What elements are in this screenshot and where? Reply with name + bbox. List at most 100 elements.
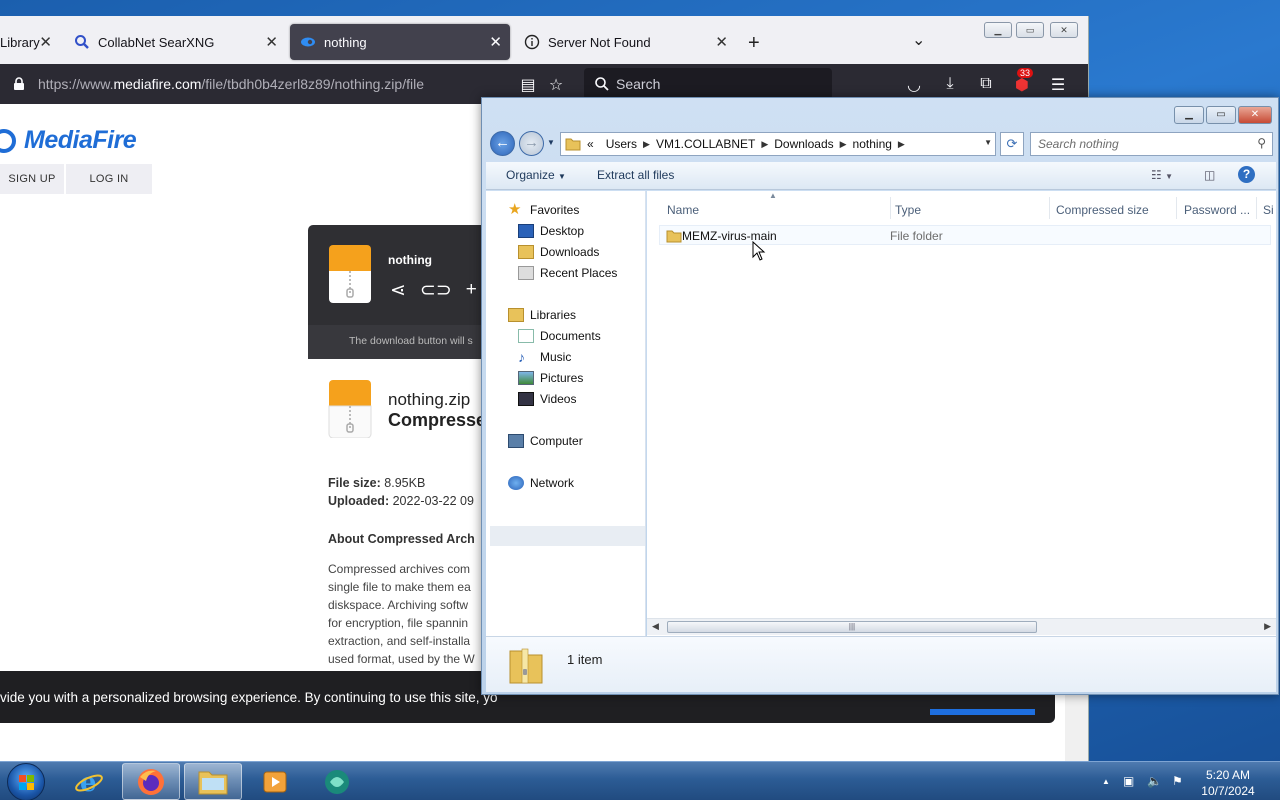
column-divider[interactable] — [1176, 197, 1177, 219]
tab-nothing[interactable]: nothing ✕ — [290, 24, 510, 60]
nav-videos[interactable]: Videos — [518, 392, 576, 406]
documents-icon — [518, 329, 534, 343]
extensions-puzzle-icon[interactable]: ⧉ — [976, 75, 996, 93]
extract-all-button[interactable]: Extract all files — [597, 168, 674, 182]
scroll-left-icon[interactable]: ◀ — [652, 621, 659, 632]
minimize-button[interactable]: ▁ — [1174, 106, 1204, 124]
preview-pane-icon[interactable]: ◫ — [1204, 168, 1215, 182]
folder-search-input[interactable]: Search nothing ⚲ — [1030, 132, 1273, 156]
chevron-right-icon[interactable]: ▶ — [643, 139, 650, 150]
nav-recent-places[interactable]: Recent Places — [518, 266, 617, 280]
new-tab-button[interactable]: + — [748, 32, 760, 55]
column-divider[interactable] — [890, 197, 891, 219]
action-center-icon[interactable]: ▣ — [1123, 774, 1134, 788]
nav-music[interactable]: ♪ Music — [518, 350, 571, 364]
add-icon[interactable]: + — [466, 279, 477, 302]
taskbar-internet-explorer[interactable]: e — [60, 763, 118, 800]
breadcrumb-downloads[interactable]: Downloads — [774, 137, 833, 151]
nav-downloads[interactable]: Downloads — [518, 245, 599, 259]
organize-menu[interactable]: Organize ▼ — [506, 168, 566, 182]
close-window-button[interactable]: ✕ — [1238, 106, 1272, 124]
maximize-button[interactable]: ▭ — [1016, 22, 1044, 38]
chevron-right-icon[interactable]: ▶ — [840, 139, 847, 150]
close-window-button[interactable]: ✕ — [1050, 22, 1078, 38]
mediafire-logo[interactable]: MediaFire — [0, 126, 137, 155]
downloads-folder-icon — [518, 245, 534, 259]
chevron-right-icon[interactable]: ▶ — [761, 139, 768, 150]
system-clock[interactable]: 5:20 AM 10/7/2024 — [1192, 767, 1264, 799]
desktop-icon — [518, 224, 534, 238]
web-search-input[interactable]: Search — [584, 68, 832, 100]
flag-icon[interactable]: ⚑ — [1172, 774, 1183, 788]
cookie-accept-button[interactable] — [930, 709, 1035, 715]
refresh-icon[interactable]: ⟳ — [1000, 132, 1024, 156]
close-icon[interactable]: ✕ — [489, 33, 502, 51]
nav-pictures[interactable]: Pictures — [518, 371, 583, 385]
column-password[interactable]: Password ... — [1184, 203, 1250, 217]
scroll-thumb[interactable]: ||| — [667, 621, 1037, 633]
nav-network[interactable]: Network — [508, 476, 574, 490]
bookmark-star-icon[interactable]: ☆ — [546, 75, 566, 95]
taskbar-remote-app[interactable] — [308, 763, 366, 800]
column-compressed-size[interactable]: Compressed size — [1056, 203, 1149, 217]
close-icon[interactable]: ✕ — [265, 33, 278, 51]
nav-label: Videos — [540, 392, 577, 406]
menu-hamburger-icon[interactable]: ☰ — [1048, 75, 1068, 95]
nav-favorites[interactable]: ★ Favorites — [508, 202, 579, 217]
ublock-shield-icon[interactable]: ⬢ — [1012, 75, 1032, 95]
url-bar[interactable]: https://www. mediafire.com/file/tbdh0b4ze… — [0, 68, 580, 100]
nav-desktop[interactable]: Desktop — [518, 224, 584, 238]
nav-documents[interactable]: Documents — [518, 329, 601, 343]
horizontal-scrollbar[interactable]: ◀ ||| ▶ — [647, 618, 1276, 635]
log-in-button[interactable]: LOG IN — [66, 164, 152, 194]
breadcrumb-users[interactable]: Users — [606, 137, 637, 151]
back-arrow-icon[interactable]: ← — [490, 131, 515, 156]
close-icon[interactable]: ✕ — [715, 33, 728, 51]
tray-expand-icon[interactable]: ▲ — [1102, 777, 1110, 786]
link-icon[interactable]: ⊂⊃ — [420, 279, 452, 302]
column-size[interactable]: Si — [1263, 203, 1274, 217]
column-divider[interactable] — [1049, 197, 1050, 219]
chevron-right-icon[interactable]: ▶ — [898, 139, 905, 150]
nav-label: Documents — [540, 329, 601, 343]
about-line: for encryption, file spannin — [328, 616, 469, 630]
pocket-icon[interactable]: ◡ — [904, 75, 924, 95]
address-bar[interactable]: « Users ▶ VM1.COLLABNET ▶ Downloads ▶ no… — [560, 132, 996, 156]
column-type[interactable]: Type — [895, 203, 921, 217]
table-row[interactable]: MEMZ-virus-main File folder — [659, 225, 1271, 245]
nav-libraries[interactable]: Libraries — [508, 308, 576, 322]
share-icon[interactable]: ⋖ — [390, 279, 406, 302]
tab-list-chevron-icon[interactable]: ⌄ — [912, 30, 925, 50]
view-options-icon[interactable]: ☷ ▼ — [1151, 168, 1173, 182]
sign-up-button[interactable]: SIGN UP — [0, 164, 64, 194]
tab-collabnet-searxng[interactable]: CollabNet SearXNG ✕ — [64, 24, 286, 60]
minimize-button[interactable]: ▁ — [984, 22, 1012, 38]
breadcrumb-prefix[interactable]: « — [587, 137, 594, 151]
navigation-pane: ★ Favorites Desktop Downloads Recent Plac… — [486, 191, 646, 636]
forward-arrow-icon[interactable]: → — [519, 131, 544, 156]
start-button[interactable] — [7, 763, 45, 800]
column-divider[interactable] — [1256, 197, 1257, 219]
url-prefix: https://www. — [38, 76, 114, 92]
downloads-icon[interactable]: ⤓ — [940, 75, 960, 93]
close-icon[interactable]: ✕ — [39, 33, 52, 51]
nav-label: Downloads — [540, 245, 600, 259]
scroll-right-icon[interactable]: ▶ — [1264, 621, 1271, 632]
column-name[interactable]: Name — [667, 203, 699, 217]
logo-text: MediaFire — [24, 126, 137, 154]
speaker-muted-icon[interactable]: 🔈 — [1147, 774, 1162, 788]
clock-date: 10/7/2024 — [1201, 784, 1255, 798]
breadcrumb-nothing[interactable]: nothing — [853, 137, 892, 151]
taskbar-firefox[interactable] — [122, 763, 180, 800]
reader-view-icon[interactable]: ▤ — [518, 75, 538, 95]
taskbar-explorer[interactable] — [184, 763, 242, 800]
help-icon[interactable]: ? — [1238, 166, 1255, 183]
tab-server-not-found[interactable]: Server Not Found ✕ — [514, 24, 736, 60]
recent-pages-dropdown-icon[interactable]: ▼ — [547, 138, 555, 147]
address-dropdown-icon[interactable]: ▼ — [984, 138, 992, 147]
nav-computer[interactable]: Computer — [508, 434, 583, 448]
taskbar-media-player[interactable] — [246, 763, 304, 800]
maximize-button[interactable]: ▭ — [1206, 106, 1236, 124]
breadcrumb-user[interactable]: VM1.COLLABNET — [656, 137, 755, 151]
tab-library[interactable]: Library ✕ — [0, 24, 60, 60]
